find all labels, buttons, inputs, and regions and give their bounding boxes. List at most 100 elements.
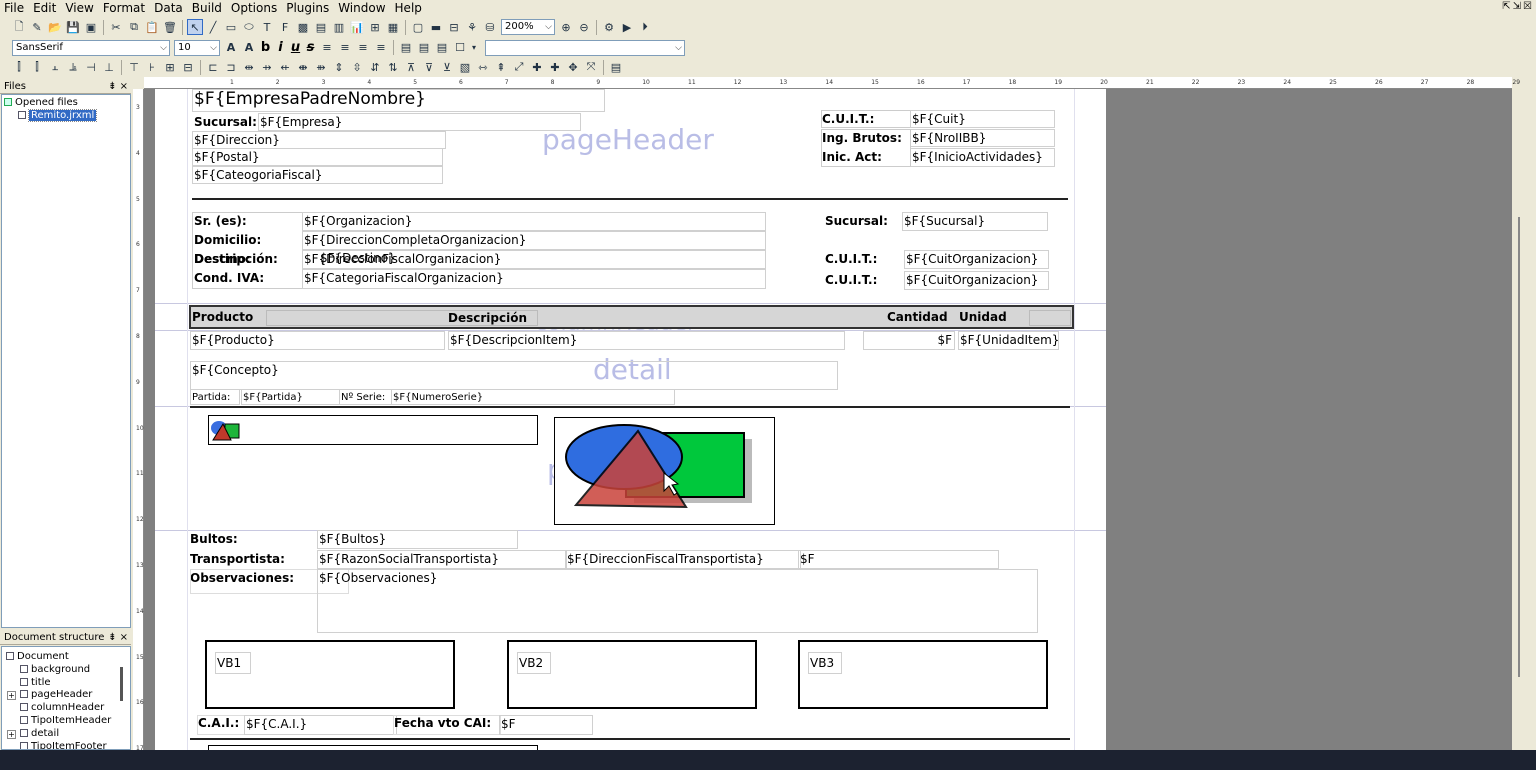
bold-button[interactable]: b [258,40,273,55]
field-fecha-vto-cai[interactable]: $F [499,715,593,735]
field-categoria-fiscal[interactable]: $F{CateogoriaFiscal} [192,166,443,184]
line-icon[interactable]: ╱ [205,19,221,35]
field-organizacion[interactable]: $F{Organizacion} [302,212,766,231]
same-width-icon[interactable]: ⊤ [126,59,142,75]
zoom-select[interactable]: 200% ⌵ [501,19,555,35]
v-space-inc-icon[interactable]: ⇳ [349,59,365,75]
same-size-icon[interactable]: ⊞ [162,59,178,75]
text-field-icon[interactable]: F [277,19,293,35]
chart-icon[interactable]: 📊 [349,19,365,35]
style-select[interactable]: ⌵ [485,39,685,56]
bring-front-icon[interactable]: ✚ [529,59,545,75]
expand-icon[interactable]: + [7,691,16,700]
copy-icon[interactable]: ⧉ [126,19,142,35]
menu-file[interactable]: File [0,1,29,15]
field-cuit-org[interactable]: $F{CuitOrganizacion} [904,250,1049,269]
tree-document[interactable]: Document [6,651,69,663]
field-categoria-fiscal-org[interactable]: $F{CategoriaFiscalOrganizacion} [302,269,766,289]
paste-icon[interactable]: 📋 [144,19,160,35]
field-nroiibb[interactable]: $F{NroIIBB} [910,129,1055,147]
delete-icon[interactable]: 🗑 [162,19,178,35]
run-icon[interactable]: ▶ [619,19,635,35]
expand-icon[interactable]: + [7,730,16,739]
field-vb2[interactable]: VB2 [517,652,551,674]
valign-top-icon[interactable]: ▤ [398,40,414,56]
scrollbar-thumb[interactable] [1518,217,1520,677]
tree-title[interactable]: title [20,677,51,689]
h-space-equal-icon[interactable]: ⇹ [241,59,257,75]
vb1-box[interactable] [205,640,455,709]
field-vb1[interactable]: VB1 [215,652,251,674]
field-cai[interactable]: $F{C.A.I.} [244,715,397,735]
vertical-scrollbar[interactable] [1512,89,1524,750]
h-space-inc-icon[interactable]: ⇸ [259,59,275,75]
fit-width-icon[interactable]: ⇿ [475,59,491,75]
minimize-icon[interactable]: ⇱ [1502,0,1510,15]
center-h-icon[interactable]: ⊟ [180,59,196,75]
db-icon[interactable]: ⛁ [482,19,498,35]
align-h-center-icon[interactable]: ⊥ [101,59,117,75]
fit-height-icon[interactable]: ⇞ [493,59,509,75]
band-align-bottom-icon[interactable]: ⊽ [421,59,437,75]
compile-icon[interactable]: ⚙ [601,19,617,35]
menu-data[interactable]: Data [150,1,188,15]
field-inicio-actividades[interactable]: $F{InicioActividades} [910,148,1055,167]
barcode-icon[interactable]: ▦ [385,19,401,35]
field-unidad-item[interactable]: $F{UnidadItem} [958,331,1059,350]
valign-bottom-icon[interactable]: ▤ [434,40,450,56]
move-icon[interactable]: ✥ [565,59,581,75]
join-left-icon[interactable]: ⊏ [205,59,221,75]
field-cuit-org-2[interactable]: $F{CuitOrganizacion} [904,271,1049,290]
tree-background[interactable]: background [20,664,90,676]
crosstab-icon[interactable]: ⊞ [367,19,383,35]
send-back-icon[interactable]: ✚ [547,59,563,75]
menu-plugins[interactable]: Plugins [282,1,334,15]
decrease-font-icon[interactable]: A [241,40,257,56]
zoom-in-icon[interactable]: ⊕ [558,19,574,35]
pointer-icon[interactable]: ↖ [187,19,203,35]
page-icon[interactable]: ▢ [410,19,426,35]
group-icon[interactable]: ⊟ [446,19,462,35]
structure-panel-close-icon[interactable]: ⇟ × [108,632,128,644]
run-db-icon[interactable]: ⏵ [637,19,653,35]
field-partida[interactable]: $F{Partida} [241,389,340,405]
menu-window[interactable]: Window [334,1,390,15]
open-icon[interactable]: 📂 [47,19,63,35]
field-numero-serie[interactable]: $F{NumeroSerie} [391,389,675,405]
fit-band-icon[interactable]: ⤢ [511,59,527,75]
new-icon[interactable]: 🗋 [11,19,27,35]
field-concepto[interactable]: $F{Concepto} [190,361,838,390]
band-align-top-icon[interactable]: ⊼ [403,59,419,75]
same-height-icon[interactable]: ⊦ [144,59,160,75]
h-space-remove-icon[interactable]: ⇼ [295,59,311,75]
tree-columnheader[interactable]: columnHeader [20,702,104,714]
subreport-icon[interactable]: ▥ [331,19,347,35]
field-empresa-padre[interactable]: $F{EmpresaPadreNombre} [192,89,605,112]
field-sucursal[interactable]: $F{Sucursal} [902,212,1048,231]
properties-icon[interactable]: ▤ [608,59,624,75]
border-icon[interactable]: ☐ [452,40,468,56]
wizard-icon[interactable]: ✎ [29,19,45,35]
font-select[interactable]: SansSerif ⌵ [12,39,170,56]
frame-icon[interactable]: ▤ [313,19,329,35]
border-dropdown-icon[interactable]: ▾ [470,40,478,56]
save-all-icon[interactable]: ▣ [83,19,99,35]
v-space-dec-icon[interactable]: ⇵ [367,59,383,75]
rectangle-icon[interactable]: ▭ [223,19,239,35]
tree-icon[interactable]: ⚘ [464,19,480,35]
save-icon[interactable]: 💾 [65,19,81,35]
align-right-icon[interactable]: ≡ [355,40,371,56]
field-postal[interactable]: $F{Postal} [192,148,443,166]
align-justify-icon[interactable]: ≡ [373,40,389,56]
band-align-center-icon[interactable]: ⊻ [439,59,455,75]
static-text-icon[interactable]: T [259,19,275,35]
tree-detail[interactable]: detail [20,728,59,740]
tree-pageheader[interactable]: pageHeader [20,689,92,701]
menu-format[interactable]: Format [99,1,150,15]
h-space-dec-icon[interactable]: ⇷ [277,59,293,75]
field-producto[interactable]: $F{Producto} [190,331,445,350]
field-cuit[interactable]: $F{Cuit} [910,110,1055,128]
v-space-equal-icon[interactable]: ⇕ [331,59,347,75]
ellipse-icon[interactable]: ⬭ [241,19,257,35]
image-placeholder-large[interactable] [554,417,775,525]
